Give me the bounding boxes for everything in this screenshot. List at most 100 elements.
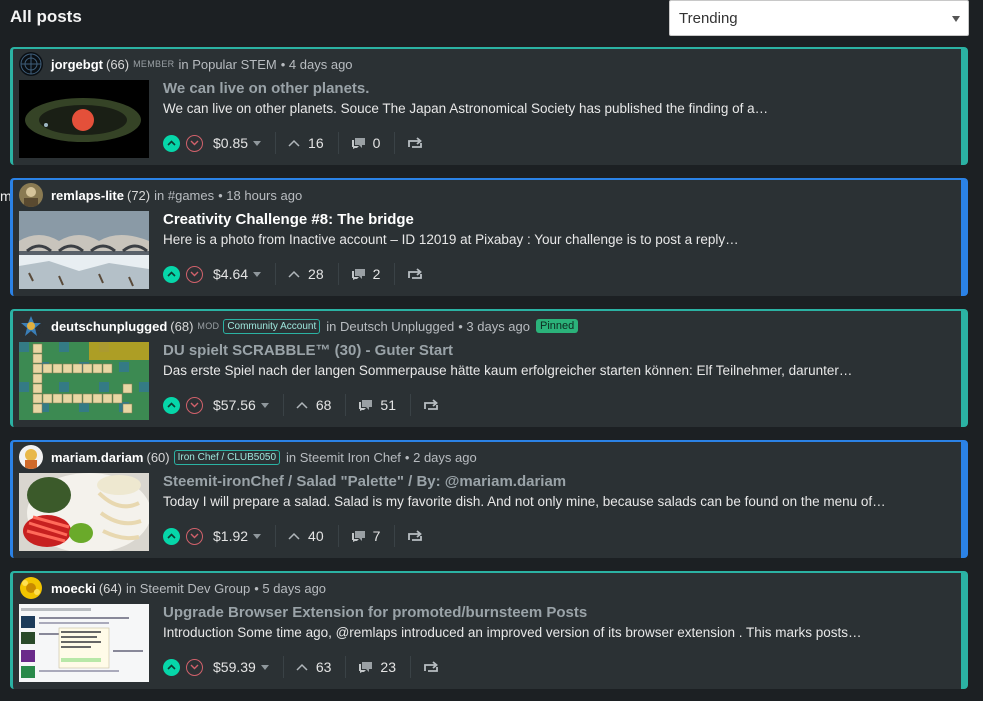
votes-count: 28: [308, 266, 324, 282]
pinned-badge: Pinned: [536, 319, 579, 333]
reblog-button[interactable]: [423, 661, 439, 673]
payout-dropdown[interactable]: $1.92: [213, 528, 262, 544]
downvote-button[interactable]: [186, 265, 203, 283]
post-thumbnail[interactable]: [19, 342, 149, 420]
community-link[interactable]: #games: [168, 188, 214, 203]
in-label: in: [125, 580, 137, 596]
payout-dropdown[interactable]: $57.56: [213, 397, 269, 413]
chevron-up-icon: [296, 663, 308, 671]
votes-count: 16: [308, 135, 324, 151]
comment-icon: [351, 268, 365, 280]
author-name[interactable]: remlaps-lite: [51, 188, 124, 203]
avatar[interactable]: [19, 183, 43, 207]
post-card: deutschunplugged (68) MOD Community Acco…: [10, 309, 968, 427]
author-name[interactable]: deutschunplugged: [51, 319, 167, 334]
comments-button[interactable]: 23: [358, 659, 396, 675]
downvote-button[interactable]: [186, 527, 203, 545]
reblog-button[interactable]: [407, 137, 423, 149]
comments-button[interactable]: 7: [351, 528, 381, 544]
payout-dropdown[interactable]: $0.85: [213, 135, 262, 151]
author-reputation: (64): [98, 580, 122, 596]
post-card: moecki (64) in Steemit Dev Group • 5 day…: [10, 571, 968, 689]
post-excerpt[interactable]: Today I will prepare a salad. Salad is m…: [163, 494, 953, 509]
reblog-icon: [424, 399, 438, 410]
post-excerpt[interactable]: Here is a photo from Inactive account – …: [163, 232, 953, 247]
votes-count-button[interactable]: 16: [288, 135, 324, 151]
reblog-icon: [408, 268, 423, 279]
post-header: remlaps-lite (72) in #games • 18 hours a…: [19, 183, 302, 207]
divider: [345, 656, 347, 678]
post-title[interactable]: Upgrade Browser Extension for promoted/b…: [163, 604, 953, 621]
community-link[interactable]: Popular STEM: [192, 57, 277, 72]
downvote-button[interactable]: [186, 134, 203, 152]
upvote-button[interactable]: [163, 396, 180, 414]
comment-icon: [359, 661, 373, 673]
author-name[interactable]: moecki: [51, 581, 96, 596]
community-link[interactable]: Deutsch Unplugged: [340, 319, 454, 334]
author-reputation: (66): [106, 56, 130, 72]
chevron-down-icon: [260, 402, 269, 408]
post-excerpt[interactable]: We can live on other planets. Souce The …: [163, 101, 953, 116]
divider: [409, 656, 411, 678]
payout-dropdown[interactable]: $4.64: [213, 266, 262, 282]
bullet: •: [218, 187, 223, 203]
divider: [337, 132, 339, 154]
upvote-button[interactable]: [163, 658, 180, 676]
divider: [337, 263, 339, 285]
comments-button[interactable]: 0: [351, 135, 381, 151]
author-role: MOD: [197, 321, 220, 331]
comments-button[interactable]: 51: [358, 397, 396, 413]
post-thumbnail[interactable]: [19, 80, 149, 158]
reblog-button[interactable]: [407, 268, 423, 280]
post-title[interactable]: We can live on other planets.: [163, 80, 953, 97]
post-thumbnail[interactable]: [19, 604, 149, 682]
post-age: 5 days ago: [262, 580, 327, 596]
votes-count-button[interactable]: 68: [296, 397, 331, 413]
post-title[interactable]: DU spielt SCRABBLE™ (30) - Guter Start: [163, 342, 953, 359]
avatar[interactable]: [19, 314, 43, 338]
author-reputation: (68): [170, 318, 194, 334]
reblog-icon: [408, 530, 423, 541]
in-label: in: [178, 56, 189, 72]
divider: [282, 394, 284, 416]
chevron-down-icon: [260, 664, 269, 670]
top-bar: All posts Trending: [0, 0, 983, 44]
comments-button[interactable]: 2: [351, 266, 380, 282]
payout-dropdown[interactable]: $59.39: [213, 659, 269, 675]
downvote-button[interactable]: [186, 396, 203, 414]
upvote-button[interactable]: [163, 134, 180, 152]
payout-value: $1.92: [213, 528, 249, 544]
avatar[interactable]: [19, 52, 43, 76]
author-name[interactable]: mariam.dariam: [51, 450, 144, 465]
upvote-button[interactable]: [163, 527, 180, 545]
avatar[interactable]: [19, 445, 43, 469]
reblog-button[interactable]: [407, 530, 423, 542]
post-thumbnail[interactable]: [19, 211, 149, 289]
upvote-button[interactable]: [163, 265, 180, 283]
payout-value: $57.56: [213, 397, 256, 413]
post-age: 4 days ago: [288, 56, 353, 72]
post-excerpt[interactable]: Introduction Some time ago, @remlaps int…: [163, 625, 953, 640]
divider: [394, 525, 396, 547]
downvote-button[interactable]: [186, 658, 203, 676]
post-header: deutschunplugged (68) MOD Community Acco…: [19, 314, 579, 338]
community-link[interactable]: Steemit Dev Group: [140, 581, 251, 596]
votes-count-button[interactable]: 63: [296, 659, 331, 675]
votes-count-button[interactable]: 28: [288, 266, 324, 282]
post-thumbnail[interactable]: [19, 473, 149, 551]
divider: [282, 656, 284, 678]
avatar[interactable]: [19, 576, 43, 600]
post-title[interactable]: Creativity Challenge #8: The bridge: [163, 211, 953, 228]
post-excerpt[interactable]: Das erste Spiel nach der langen Sommerpa…: [163, 363, 953, 378]
divider: [275, 132, 277, 154]
author-name[interactable]: jorgebgt: [51, 57, 103, 72]
votes-count-button[interactable]: 40: [288, 528, 324, 544]
comments-count: 0: [372, 135, 381, 151]
in-label: in: [326, 318, 337, 334]
sort-dropdown[interactable]: Trending: [669, 0, 969, 36]
community-link[interactable]: Steemit Iron Chef: [300, 450, 401, 465]
comments-count: 7: [372, 528, 381, 544]
reblog-button[interactable]: [423, 399, 439, 411]
post-title[interactable]: Steemit-ironChef / Salad "Palette" / By:…: [163, 473, 953, 490]
post-actions: $57.56 68 51: [163, 393, 439, 417]
